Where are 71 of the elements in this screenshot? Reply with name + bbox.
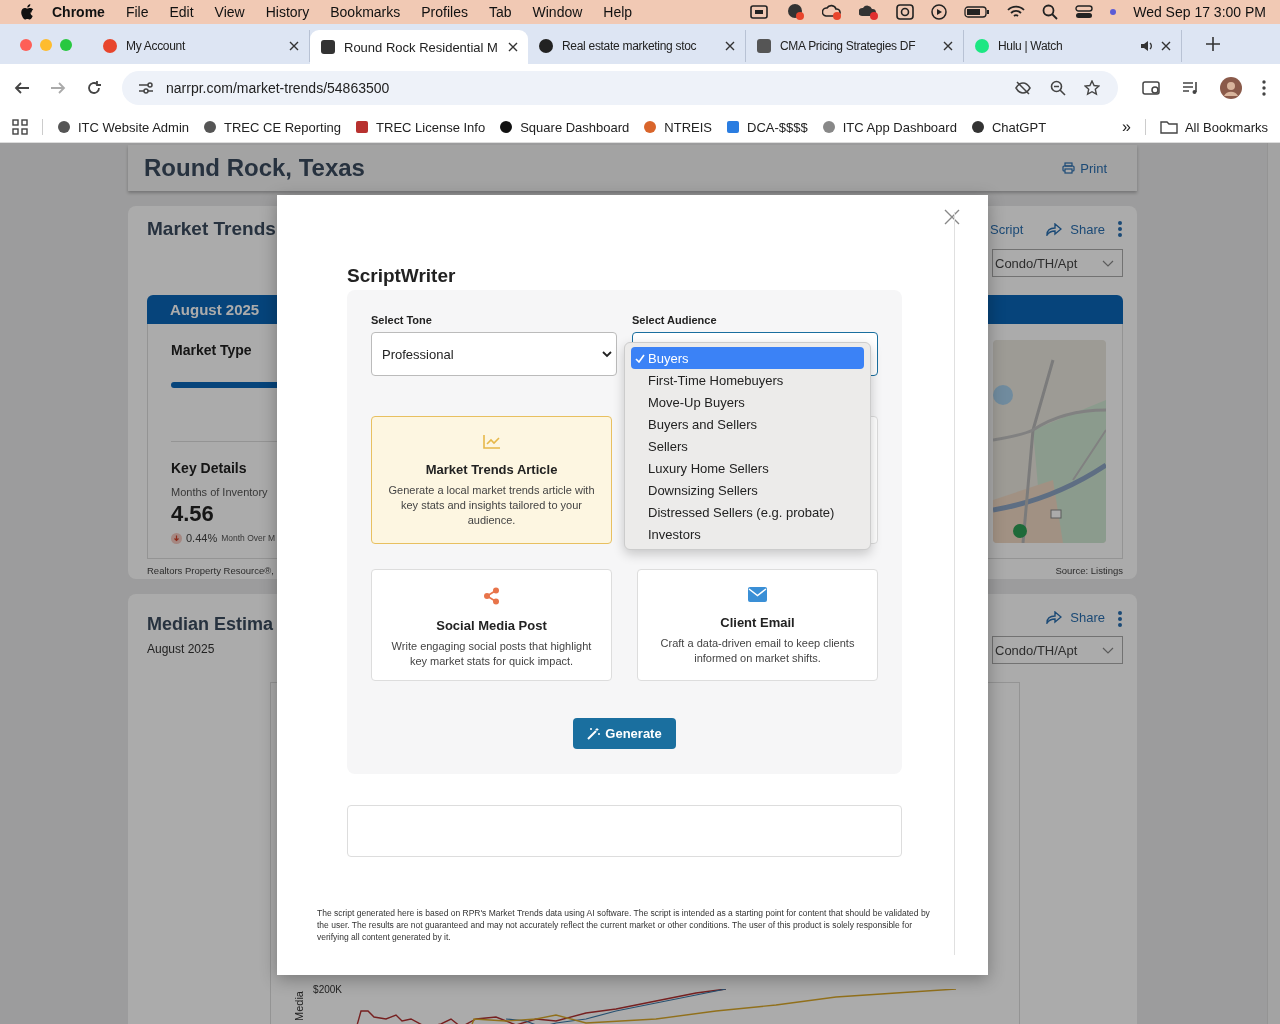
card-title: Median Estima xyxy=(147,614,274,635)
share-button[interactable]: Share xyxy=(1046,610,1105,625)
card-title: Market Trends Article xyxy=(425,462,558,477)
period-label: August 2025 xyxy=(147,642,216,656)
property-type-select[interactable]: Condo/TH/Apt xyxy=(992,636,1123,664)
browser-tab[interactable]: CMA Pricing Strategies DF xyxy=(746,30,964,62)
source-label: Source: Listings xyxy=(1055,565,1123,576)
address-bar[interactable]: narrpr.com/market-trends/54863500 xyxy=(122,71,1118,105)
card-description: Craft a data-driven email to keep clients informed on market shifts. xyxy=(659,636,856,666)
field-label: Select Audience xyxy=(632,314,718,326)
menu-item[interactable]: Window xyxy=(532,4,583,20)
script-type-card[interactable]: Client Email Craft a data-driven email to keep clients informed on market shifts. xyxy=(637,569,878,681)
metric-value: 4.56 xyxy=(171,501,214,527)
card-title: Market Trends xyxy=(147,218,276,240)
attribution: Realtors Property Resource®, xyxy=(147,565,274,576)
dropdown-option[interactable]: Buyers xyxy=(631,347,864,369)
change-label: Month Over M xyxy=(221,533,276,543)
menu-item[interactable]: Profiles xyxy=(421,4,468,20)
change-value: 0.44% xyxy=(186,532,218,544)
dropdown-option[interactable]: Buyers and Sellers xyxy=(631,413,864,435)
period-label: August 2025 xyxy=(170,301,260,318)
bookmark[interactable]: TREC CE Reporting xyxy=(203,119,342,135)
field-label: Select Tone xyxy=(371,314,433,326)
section-title: Market Type xyxy=(171,342,252,358)
dropdown-option[interactable]: Distressed Sellers (e.g. probate) xyxy=(631,501,864,523)
axis-title: Media xyxy=(293,991,306,1021)
script-type-card[interactable]: Social Media Post Write engaging social posts that highlight key market stats for quick impact. xyxy=(371,569,612,681)
tone-select[interactable]: Professional xyxy=(371,332,617,376)
bookmark[interactable]: ITC Website Admin xyxy=(57,119,190,135)
bookmark[interactable]: TREC License Info xyxy=(355,119,486,135)
menu-item[interactable]: Help xyxy=(603,4,633,20)
bookmark[interactable]: DCA-$$$$ xyxy=(726,119,808,135)
bookmark[interactable]: ChatGPT xyxy=(970,119,1047,135)
browser-tab[interactable]: Round Rock Residential M xyxy=(310,30,528,64)
dropdown-option[interactable]: Luxury Home Sellers xyxy=(631,457,864,479)
menu-item[interactable]: Tab xyxy=(488,4,512,20)
script-link[interactable]: Script xyxy=(990,221,1024,237)
share-button[interactable]: Share xyxy=(1046,221,1105,237)
menu-item[interactable]: History xyxy=(265,4,310,20)
card-title: Social Media Post xyxy=(436,618,547,633)
browser-tab[interactable]: Real estate marketing stoc xyxy=(528,30,746,62)
print-button[interactable]: Print xyxy=(1062,160,1107,176)
menu-item[interactable]: Bookmarks xyxy=(330,4,401,20)
all-bookmarks-button[interactable]: All Bookmarks xyxy=(1159,119,1268,135)
browser-tab[interactable]: Hulu | Watch xyxy=(964,30,1182,62)
disclaimer: The script generated here is based on RPR's Market Trends data using AI software. The script is intended as a starting point for content that should be validated by the user. The results are not guaranteed and may not accurately reflect the current market or other conditions. The user of this product is solely responsible for verifying all content generated by it. xyxy=(317,907,930,943)
generate-button[interactable]: Generate xyxy=(573,718,676,749)
axis-tick: $200K xyxy=(313,984,342,995)
menu-item[interactable]: File xyxy=(125,4,149,20)
bookmark[interactable]: ITC App Dashboard xyxy=(821,119,957,135)
property-type-select[interactable]: Condo/TH/Apt xyxy=(992,249,1123,277)
dropdown-option[interactable]: Sellers xyxy=(631,435,864,457)
bookmark[interactable]: Square Dashboard xyxy=(499,119,630,135)
clock[interactable]: Wed Sep 17 3:00 PM xyxy=(1133,4,1266,20)
card-description: Write engaging social posts that highlight key market stats for quick impact. xyxy=(390,639,593,669)
dropdown-option[interactable]: Downsizing Sellers xyxy=(631,479,864,501)
card-title: Client Email xyxy=(720,615,795,630)
dropdown-option[interactable]: Investors xyxy=(631,523,864,545)
menu-item[interactable]: View xyxy=(214,4,245,20)
app-menu[interactable]: Chrome xyxy=(52,4,105,20)
menu-item[interactable]: Edit xyxy=(169,4,194,20)
metric-label: Months of Inventory xyxy=(171,486,268,498)
card-description: Generate a local market trends article with key stats and insights tailored to your audience. xyxy=(387,483,596,528)
location-title: Round Rock, Texas xyxy=(144,154,365,182)
dialog-title: ScriptWriter xyxy=(347,265,457,288)
more-bookmarks[interactable]: » xyxy=(1122,118,1131,136)
section-title: Key Details xyxy=(171,460,247,476)
script-type-card[interactable]: Market Trends Article Generate a local market trends article with key stats and insights tailored to your audience. xyxy=(371,416,612,544)
bookmark[interactable]: NTREIS xyxy=(643,119,712,135)
dropdown-option[interactable]: Move-Up Buyers xyxy=(631,391,864,413)
dropdown-option[interactable]: First-Time Homebuyers xyxy=(631,369,864,391)
